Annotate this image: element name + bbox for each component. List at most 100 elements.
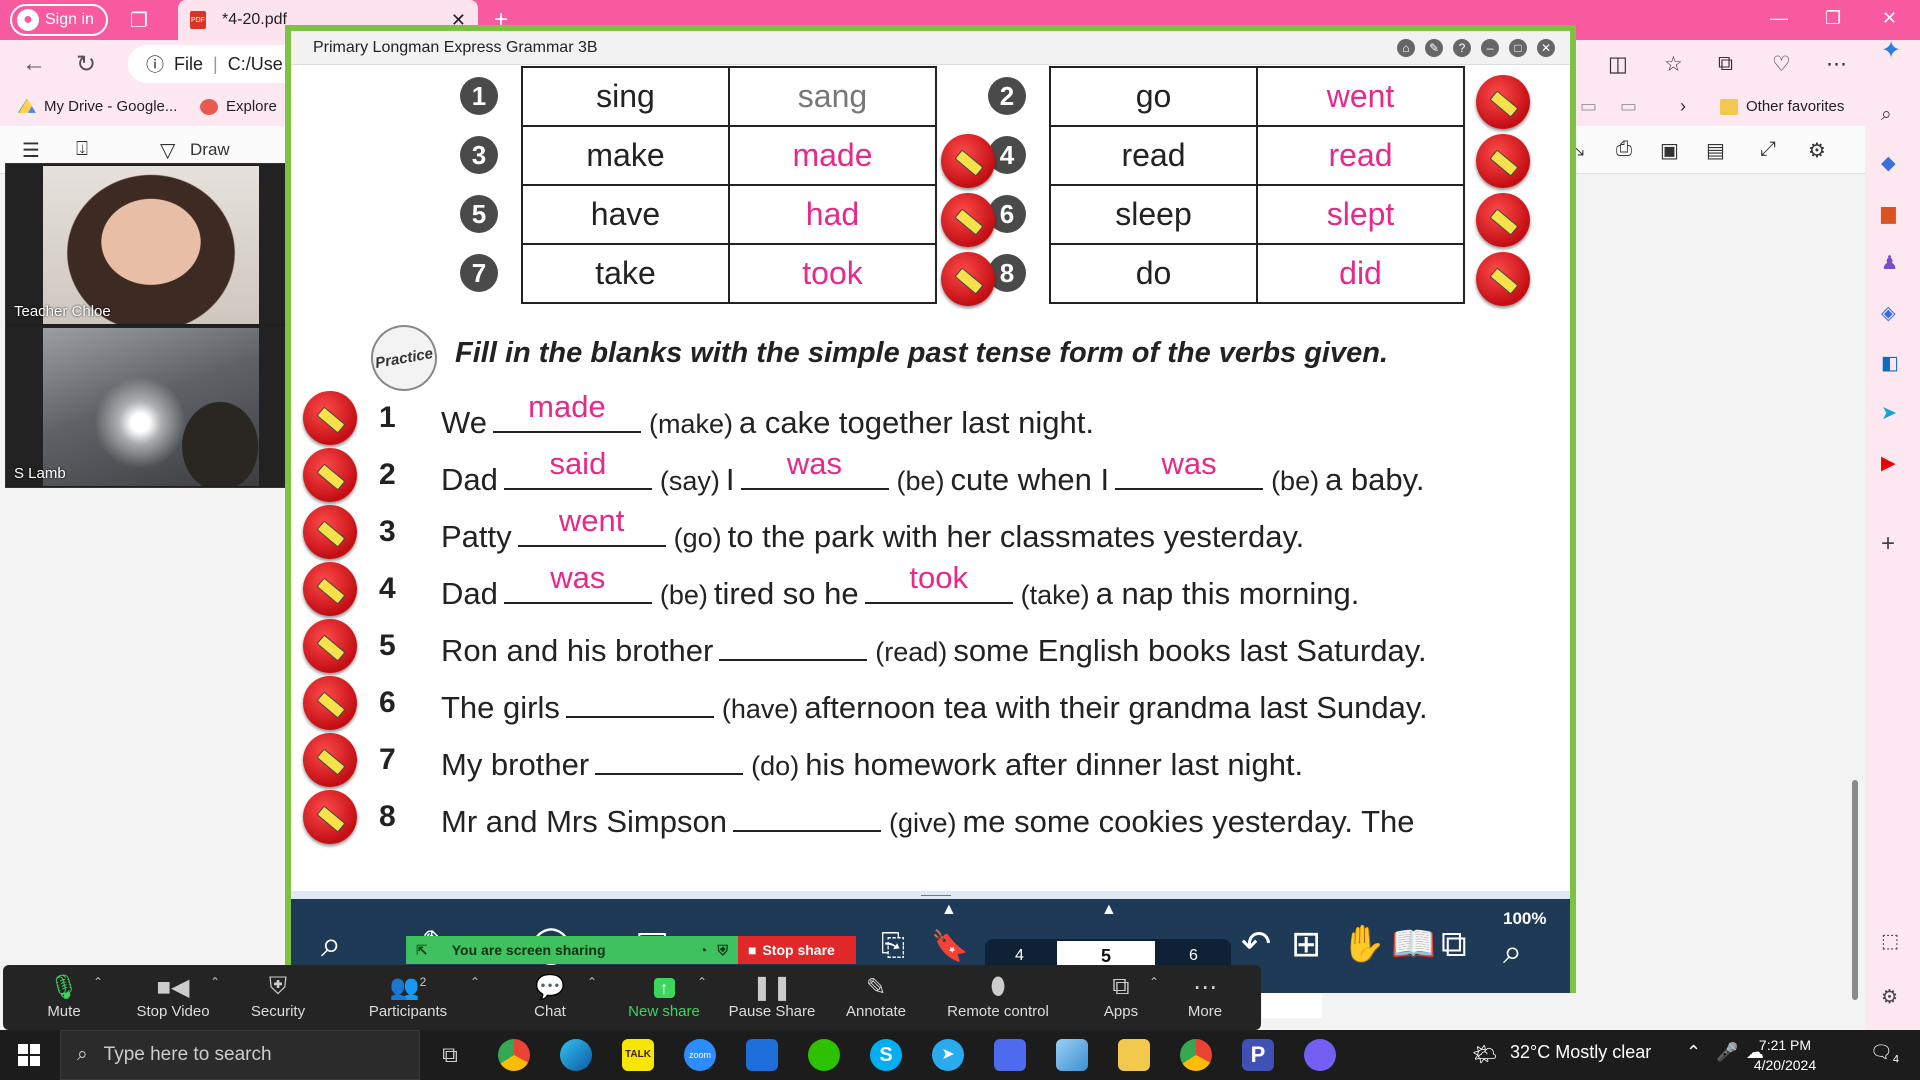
chrome-profile-icon[interactable] xyxy=(1180,1039,1212,1071)
outlook-icon[interactable]: ◧ xyxy=(1881,352,1899,375)
answer-pen-button[interactable] xyxy=(941,134,995,188)
fullscreen-icon[interactable]: ⤢ xyxy=(1760,138,1776,161)
answer-pen-button[interactable] xyxy=(1476,252,1530,306)
windows-start-icon[interactable] xyxy=(18,1044,40,1066)
remote-control-button[interactable]: ⬮ Remote control xyxy=(938,973,1058,1020)
calculator-icon[interactable] xyxy=(994,1039,1026,1071)
answer-blank[interactable]: was xyxy=(1115,446,1264,490)
task-view-icon[interactable]: ⧉ xyxy=(434,1039,466,1071)
draw-label[interactable]: Draw xyxy=(190,140,230,160)
chrome-icon[interactable] xyxy=(498,1039,530,1071)
video-tile[interactable]: S Lamb xyxy=(6,326,292,486)
page-list-up-icon[interactable]: ▲ xyxy=(1101,901,1117,919)
chevron-up-icon[interactable]: ⌃ xyxy=(470,975,480,989)
favorite-folder-icon[interactable]: ▭ xyxy=(1620,96,1637,117)
print-icon[interactable]: ⎙ xyxy=(1616,138,1632,161)
chevron-up-icon[interactable]: ⌃ xyxy=(210,975,220,989)
answer-pen-button[interactable] xyxy=(303,733,357,787)
answer-pen-button[interactable] xyxy=(303,505,357,559)
answer-blank[interactable] xyxy=(732,800,881,832)
answer-pen-button[interactable] xyxy=(303,562,357,616)
favorites-star-icon[interactable]: ☆ xyxy=(1664,52,1683,77)
highlight-icon[interactable]: ⍗ xyxy=(76,138,88,161)
edge-icon[interactable] xyxy=(560,1039,592,1071)
book-view-icon[interactable]: 📖 xyxy=(1391,923,1436,965)
answer-pen-button[interactable] xyxy=(303,448,357,502)
hand-tool-icon[interactable]: ✋ xyxy=(1341,923,1386,965)
refresh-icon[interactable]: ↻ xyxy=(76,50,96,79)
save-icon[interactable]: ▣ xyxy=(1660,138,1679,163)
chevron-up-icon[interactable]: ⌃ xyxy=(587,975,597,989)
drop-icon[interactable]: ➤ xyxy=(1881,402,1897,425)
system-clock[interactable]: 7:21 PM 4/20/2024 xyxy=(1735,1035,1835,1075)
draw-icon[interactable]: ▽ xyxy=(160,138,175,163)
workspaces-icon[interactable]: ❐ xyxy=(130,8,148,33)
minimize-icon[interactable]: – xyxy=(1481,39,1499,57)
share-settings-icon[interactable]: ◔ xyxy=(699,942,707,958)
screenshot-icon[interactable]: ⬚ xyxy=(1881,930,1899,953)
chevron-right-icon[interactable]: › xyxy=(1680,96,1686,117)
more-menu-icon[interactable]: ⋯ xyxy=(1826,52,1847,77)
share-status[interactable]: ⇱ You are screen sharing ◔ ⛨ xyxy=(406,936,738,964)
help-icon[interactable]: ? xyxy=(1453,39,1471,57)
sidebar-settings-icon[interactable]: ⚙ xyxy=(1881,986,1898,1009)
restore-icon[interactable]: ❐ xyxy=(1825,8,1841,29)
favorite-item-drive[interactable]: My Drive - Google... xyxy=(18,98,177,115)
scrollbar-thumb[interactable] xyxy=(1852,780,1858,1000)
more-button[interactable]: ⋯ More xyxy=(1160,973,1250,1020)
favorite-folder-icon[interactable]: ▭ xyxy=(1580,96,1597,117)
youtube-icon[interactable]: ▶ xyxy=(1881,452,1896,475)
reader-app-icon[interactable]: P xyxy=(1242,1039,1274,1071)
favorite-item-explore[interactable]: Explore xyxy=(200,98,277,115)
close-window-icon[interactable]: ✕ xyxy=(1882,8,1897,29)
video-tile[interactable]: Teacher Chloe xyxy=(6,164,292,324)
contents-icon[interactable]: ☰ xyxy=(22,138,40,163)
answer-pen-button[interactable] xyxy=(303,676,357,730)
pause-share-button[interactable]: ❚❚ Pause Share xyxy=(717,973,827,1020)
home-icon[interactable]: ⌂ xyxy=(1397,39,1415,57)
answer-blank[interactable]: went xyxy=(517,503,666,547)
save-as-icon[interactable]: ▤ xyxy=(1706,138,1725,163)
notes-icon[interactable] xyxy=(1056,1039,1088,1071)
answer-pen-button[interactable] xyxy=(303,619,357,673)
other-favorites[interactable]: Other favorites xyxy=(1720,98,1844,115)
chevron-up-icon[interactable]: ⌃ xyxy=(93,975,103,989)
add-page-icon[interactable]: ⊞ xyxy=(1291,923,1321,965)
answer-pen-button[interactable] xyxy=(941,193,995,247)
zoom-app-icon[interactable]: zoom xyxy=(684,1039,716,1071)
chevron-up-icon[interactable]: ⌃ xyxy=(697,975,707,989)
file-explorer-icon[interactable] xyxy=(1118,1039,1150,1071)
weather-text[interactable]: 32°C Mostly clear xyxy=(1510,1042,1651,1063)
shopping-icon[interactable]: ◆ xyxy=(1881,152,1896,175)
answer-pen-button[interactable] xyxy=(303,391,357,445)
split-screen-icon[interactable]: ◫ xyxy=(1608,52,1628,77)
add-app-icon[interactable]: + xyxy=(1881,530,1895,558)
settings-icon[interactable]: ⚙ xyxy=(1808,138,1826,163)
security-button[interactable]: ⛨ Security xyxy=(223,973,333,1020)
tray-chevron-icon[interactable]: ⌃ xyxy=(1686,1042,1701,1063)
notifications-icon[interactable]: 🗨4 xyxy=(1870,1042,1899,1066)
weather-icon[interactable]: 🌤 xyxy=(1472,1042,1497,1067)
answer-pen-button[interactable] xyxy=(941,252,995,306)
answer-blank[interactable] xyxy=(719,629,868,661)
tools-icon[interactable]: ▆ xyxy=(1881,202,1896,225)
undo-icon[interactable]: ↶ xyxy=(1241,923,1271,965)
games-icon[interactable]: ♟ xyxy=(1881,252,1898,275)
collections-icon[interactable]: ⧉ xyxy=(1718,52,1733,76)
answer-pen-button[interactable] xyxy=(1476,134,1530,188)
taskbar-search[interactable]: ⌕ Type here to search xyxy=(60,1030,420,1080)
viber-icon[interactable] xyxy=(1304,1039,1336,1071)
stop-share-button[interactable]: ■ Stop share xyxy=(738,936,856,964)
search-icon[interactable]: ⌕ xyxy=(1881,104,1892,126)
answer-blank[interactable]: made xyxy=(492,389,641,433)
page-map-icon[interactable]: ⧉ xyxy=(1441,923,1467,966)
minimize-icon[interactable]: — xyxy=(1770,8,1788,29)
chevron-up-icon[interactable]: ⌃ xyxy=(1149,975,1159,989)
answer-blank[interactable] xyxy=(565,686,714,718)
skype-icon[interactable]: S xyxy=(870,1039,902,1071)
kakaotalk-icon[interactable]: TALK xyxy=(622,1039,654,1071)
telegram-icon[interactable]: ➤ xyxy=(932,1039,964,1071)
browser-essentials-icon[interactable]: ♡ xyxy=(1772,52,1791,77)
copilot-icon[interactable]: ✦ xyxy=(1881,36,1901,65)
answer-blank[interactable]: took xyxy=(864,560,1013,604)
